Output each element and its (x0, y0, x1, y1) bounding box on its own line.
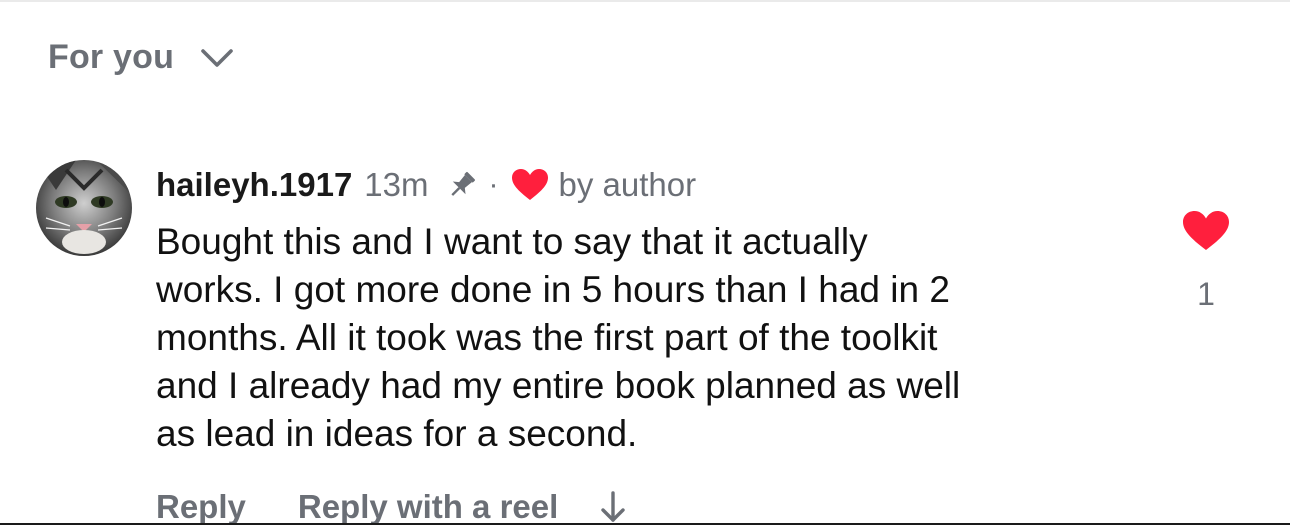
username[interactable]: haileyh.1917 (156, 166, 352, 204)
sort-label: For you (48, 38, 175, 76)
heart-icon (511, 169, 548, 200)
like-count: 1 (1197, 276, 1215, 312)
like-heart-icon[interactable] (1182, 210, 1230, 252)
by-author-label: by author (558, 166, 697, 203)
timestamp: 13m (364, 166, 429, 203)
cat-avatar-icon (36, 160, 132, 256)
pin-icon (450, 171, 475, 196)
comment-text: Bought this and I want to say that it ac… (156, 221, 961, 454)
comment-meta: haileyh.1917 13m · by author (156, 162, 1136, 208)
chevron-down-icon (201, 48, 233, 67)
comment-actions: Reply Reply with a reel (156, 488, 1136, 525)
reply-button[interactable]: Reply (156, 488, 246, 525)
avatar[interactable] (36, 160, 132, 256)
reply-with-reel-button[interactable]: Reply with a reel (298, 488, 558, 525)
separator-dot: · (488, 168, 499, 201)
comment-body: haileyh.1917 13m · by author Bought this… (156, 162, 1136, 525)
top-divider (0, 0, 1290, 2)
comments-panel: For you haileyh.1917 13m · by author Bou… (0, 0, 1290, 525)
like-column: 1 (1182, 210, 1230, 313)
sort-dropdown[interactable]: For you (48, 38, 234, 77)
arrow-down-icon[interactable] (600, 490, 626, 524)
